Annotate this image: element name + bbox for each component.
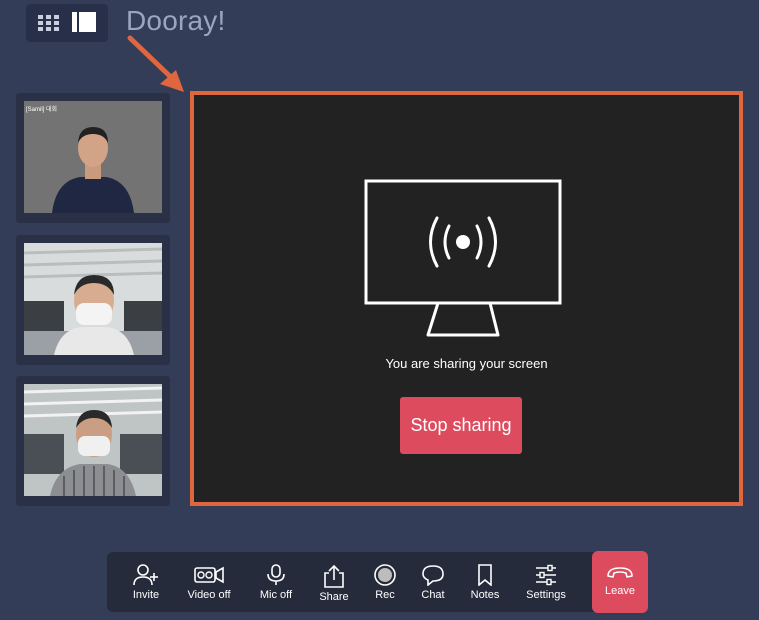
meeting-toolbar: Invite Video off Mic off Share Rec Chat … bbox=[107, 552, 599, 612]
notes-button[interactable]: Notes bbox=[465, 552, 505, 612]
pointer-arrow-icon bbox=[127, 35, 184, 92]
record-button[interactable]: Rec bbox=[367, 552, 403, 612]
hang-up-phone-icon bbox=[607, 567, 633, 578]
participant-name-tag: [Samil] 대회 bbox=[26, 107, 58, 113]
participant-video-1: [Samil] 대회 bbox=[24, 101, 162, 213]
record-label: Rec bbox=[375, 589, 395, 601]
mic-off-label: Mic off bbox=[259, 589, 293, 601]
participant-tile-1[interactable]: [Samil] 대회 bbox=[16, 93, 170, 223]
settings-button[interactable]: Settings bbox=[521, 552, 571, 612]
participant-tile-3[interactable] bbox=[16, 376, 170, 506]
screen-share-stage: You are sharing your screen Stop sharing bbox=[190, 91, 743, 506]
invite-button[interactable]: Invite bbox=[121, 552, 171, 612]
video-off-button[interactable]: Video off bbox=[183, 552, 235, 612]
video-off-label: Video off bbox=[187, 589, 231, 601]
app-logo: Dooray! bbox=[126, 5, 226, 36]
mic-off-button[interactable]: Mic off bbox=[253, 552, 299, 612]
grid-view-icon[interactable] bbox=[38, 15, 60, 31]
leave-label: Leave bbox=[605, 585, 635, 597]
share-button[interactable]: Share bbox=[313, 552, 355, 612]
leave-button[interactable]: Leave bbox=[592, 551, 648, 613]
sharing-status-text: You are sharing your screen bbox=[385, 356, 548, 371]
share-icon bbox=[324, 564, 344, 588]
record-icon bbox=[374, 564, 396, 586]
chat-label: Chat bbox=[421, 589, 445, 601]
share-label: Share bbox=[319, 591, 349, 603]
chat-icon bbox=[422, 565, 444, 586]
speaker-view-icon[interactable] bbox=[72, 12, 96, 32]
sliders-icon bbox=[536, 564, 556, 586]
microphone-icon bbox=[267, 564, 285, 585]
add-user-icon bbox=[133, 564, 158, 586]
bookmark-icon bbox=[478, 564, 492, 586]
stop-sharing-button[interactable]: Stop sharing bbox=[400, 397, 522, 454]
participant-video-3 bbox=[24, 384, 162, 496]
layout-switch bbox=[26, 4, 108, 42]
invite-label: Invite bbox=[132, 589, 160, 601]
participant-video-2 bbox=[24, 243, 162, 355]
settings-label: Settings bbox=[526, 589, 566, 601]
chat-button[interactable]: Chat bbox=[415, 552, 451, 612]
notes-label: Notes bbox=[470, 589, 500, 601]
participant-tile-2[interactable] bbox=[16, 235, 170, 365]
broadcast-monitor-icon bbox=[364, 179, 562, 337]
video-camera-icon bbox=[194, 566, 224, 584]
